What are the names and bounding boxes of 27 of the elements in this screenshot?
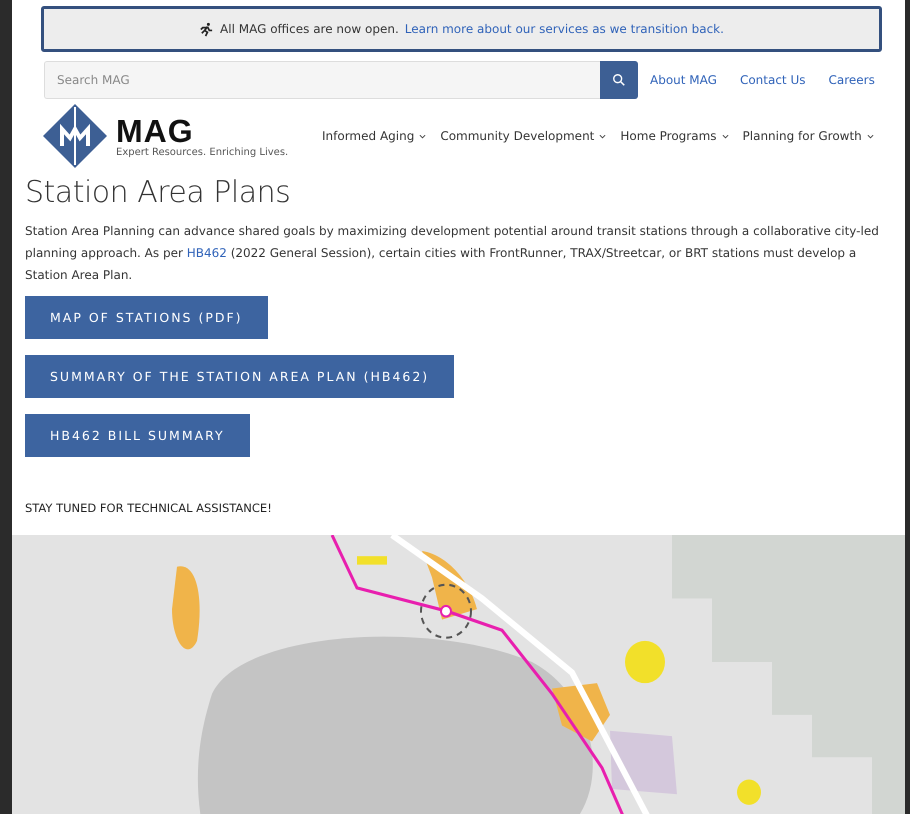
intro-paragraph: Station Area Planning can advance shared goals by maximizing development potential around transit stations through a collaborative city-led planning approach. As per HB462 (2022 General Session), certain cities with FrontRunner, TRAX/Streetcar, or BRT stations must develop a Station Area Plan. xyxy=(25,223,880,284)
hb462-link[interactable]: HB462 xyxy=(186,246,227,260)
search-button[interactable] xyxy=(600,61,638,99)
document-button[interactable]: HB462 BILL SUMMARY xyxy=(25,414,250,457)
alert-link[interactable]: Learn more about our services as we transition back. xyxy=(404,22,724,36)
logo-tagline: Expert Resources. Enriching Lives. xyxy=(116,146,288,158)
page-title: Station Area Plans xyxy=(25,175,292,210)
alert-text: All MAG offices are now open. xyxy=(220,22,399,36)
header-link[interactable]: Careers xyxy=(828,73,875,87)
header-link[interactable]: Contact Us xyxy=(740,73,806,87)
header-link[interactable]: About MAG xyxy=(650,73,717,87)
nav-menu-item[interactable]: Planning for Growth xyxy=(742,129,874,143)
chevron-icon xyxy=(599,134,606,138)
nav-menu-item[interactable]: Home Programs xyxy=(620,129,729,143)
search-field[interactable]: Search MAG xyxy=(44,61,600,99)
runner-icon xyxy=(199,22,214,36)
notice-text: STAY TUNED FOR TECHNICAL ASSISTANCE! xyxy=(25,501,273,515)
nav-menu-item[interactable]: Informed Aging xyxy=(322,129,426,143)
nav-menu-item[interactable]: Community Development xyxy=(440,129,606,143)
chevron-icon xyxy=(419,134,426,138)
document-button[interactable]: SUMMARY OF THE STATION AREA PLAN (HB462) xyxy=(25,355,454,398)
document-button[interactable]: MAP OF STATIONS (PDF) xyxy=(25,296,268,339)
chevron-icon xyxy=(866,134,874,138)
chevron-icon xyxy=(722,134,729,138)
logo-icon xyxy=(42,103,108,169)
logo-wordmark: MAG xyxy=(116,114,194,146)
search-icon xyxy=(612,73,626,87)
